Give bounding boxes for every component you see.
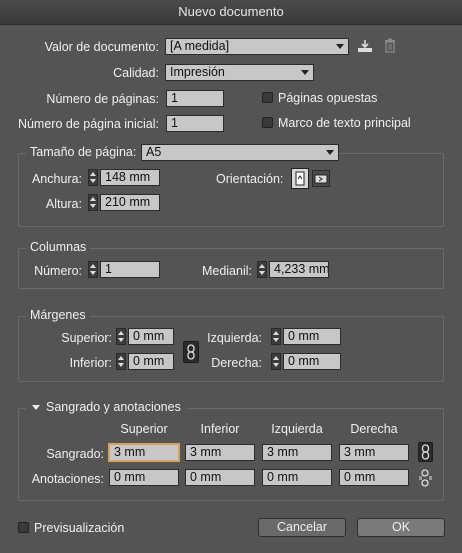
start-page-label: Número de página inicial: — [17, 117, 159, 131]
margin-left-stepper[interactable] — [271, 328, 281, 345]
height-stepper[interactable] — [88, 194, 98, 211]
portrait-orientation-icon[interactable] — [291, 168, 309, 189]
header-top: Superior — [120, 422, 168, 436]
header-right: Derecha — [350, 422, 398, 436]
bleed-left-input[interactable]: 3 mm — [262, 444, 332, 461]
chevron-down-icon — [336, 44, 344, 49]
slug-label: Anotaciones: — [31, 472, 104, 486]
margin-top-stepper[interactable] — [116, 328, 126, 345]
slug-right-input[interactable]: 0 mm — [339, 469, 409, 486]
window-title: Nuevo documento — [0, 0, 462, 25]
margins-link-icon[interactable] — [183, 341, 199, 363]
page-size-group — [18, 153, 444, 227]
ok-button[interactable]: OK — [357, 518, 445, 537]
quality-select[interactable]: Impresión — [165, 64, 314, 81]
margin-right-stepper[interactable] — [271, 353, 281, 370]
bleed-label: Sangrado: — [46, 447, 104, 461]
page-size-value: A5 — [146, 145, 162, 159]
page-size-legend: Tamaño de página: — [26, 145, 141, 159]
slug-unlink-icon[interactable] — [418, 469, 433, 487]
slug-left-input[interactable]: 0 mm — [262, 469, 332, 486]
preview-label: Previsualización — [34, 521, 125, 535]
width-input[interactable]: 148 mm — [100, 169, 160, 186]
chevron-down-icon — [301, 70, 309, 75]
bleed-slug-title: Sangrado y anotaciones — [46, 400, 181, 414]
document-preset-label: Valor de documento: — [44, 40, 159, 54]
num-pages-input[interactable]: 1 — [166, 90, 224, 107]
save-preset-icon[interactable] — [357, 39, 373, 53]
margin-left-input[interactable]: 0 mm — [283, 328, 341, 345]
chevron-down-icon — [326, 150, 334, 155]
gutter-input[interactable]: 4,233 mm — [269, 261, 329, 278]
slug-top-input[interactable]: 0 mm — [109, 469, 179, 486]
margin-right-input[interactable]: 0 mm — [283, 353, 341, 370]
bleed-slug-legend[interactable]: Sangrado y anotaciones — [26, 400, 187, 414]
width-stepper[interactable] — [88, 169, 98, 186]
margin-top-input[interactable]: 0 mm — [128, 328, 174, 345]
columns-legend: Columnas — [26, 240, 91, 254]
page-size-select[interactable]: A5 — [141, 144, 339, 161]
header-left: Izquierda — [271, 422, 323, 436]
column-number-stepper[interactable] — [88, 261, 98, 278]
column-number-label: Número: — [34, 264, 82, 278]
preview-checkbox[interactable] — [18, 522, 29, 533]
header-bottom: Inferior — [200, 422, 240, 436]
primary-text-frame-label: Marco de texto principal — [278, 116, 411, 130]
slug-bottom-input[interactable]: 0 mm — [185, 469, 255, 486]
margins-legend: Márgenes — [26, 308, 90, 322]
quality-label: Calidad: — [113, 66, 159, 80]
document-preset-select[interactable]: [A medida] — [165, 38, 349, 55]
gutter-label: Medianil: — [201, 264, 252, 278]
gutter-stepper[interactable] — [257, 261, 267, 278]
facing-pages-label: Páginas opuestas — [278, 91, 378, 105]
disclosure-triangle-icon[interactable] — [32, 405, 40, 410]
start-page-input[interactable]: 1 — [166, 115, 224, 132]
quality-value: Impresión — [170, 65, 225, 79]
bleed-top-input[interactable]: 3 mm — [109, 444, 179, 461]
margin-bottom-input[interactable]: 0 mm — [128, 353, 174, 370]
margin-top-label: Superior: — [61, 331, 112, 345]
width-label: Anchura: — [31, 172, 82, 186]
trash-icon[interactable] — [384, 38, 396, 53]
landscape-orientation-icon[interactable] — [312, 170, 330, 187]
margin-left-label: Izquierda: — [207, 331, 262, 345]
facing-pages-checkbox[interactable] — [262, 92, 273, 103]
document-preset-value: [A medida] — [170, 39, 230, 53]
cancel-button[interactable]: Cancelar — [258, 518, 346, 537]
margin-right-label: Derecha: — [211, 356, 262, 370]
margin-bottom-stepper[interactable] — [116, 353, 126, 370]
bleed-bottom-input[interactable]: 3 mm — [185, 444, 255, 461]
height-input[interactable]: 210 mm — [100, 194, 160, 211]
height-label: Altura: — [45, 197, 82, 211]
margins-group — [18, 316, 444, 382]
orientation-label: Orientación: — [216, 172, 284, 186]
primary-text-frame-checkbox[interactable] — [262, 117, 273, 128]
bleed-right-input[interactable]: 3 mm — [339, 444, 409, 461]
column-number-input[interactable]: 1 — [100, 261, 160, 278]
margin-bottom-label: Inferior: — [69, 356, 112, 370]
num-pages-label: Número de páginas: — [46, 92, 159, 106]
bleed-link-icon[interactable] — [418, 442, 433, 462]
